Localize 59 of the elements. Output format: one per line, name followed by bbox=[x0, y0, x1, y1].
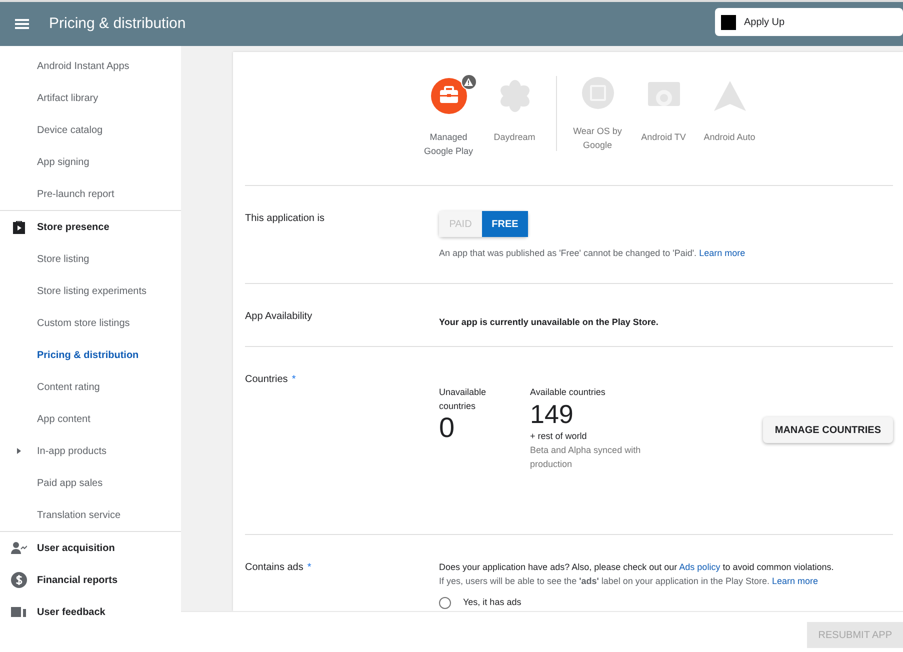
sidebar-item[interactable]: Content rating bbox=[0, 371, 181, 403]
field-label: App Availability bbox=[245, 310, 312, 324]
watch-icon bbox=[580, 76, 614, 110]
required-asterisk: * bbox=[307, 561, 312, 575]
rest-of-world: + rest of world bbox=[530, 430, 588, 443]
ads-hint: If yes, users will be able to see the 'ads' label on your application in the Play Store. bbox=[439, 576, 770, 586]
availability-message: Your app is currently unavailable on the Play Store. bbox=[439, 317, 658, 327]
sidebar-item[interactable]: Device catalog bbox=[0, 114, 181, 146]
ads-question: Does your application have ads? Also, please check out our bbox=[439, 562, 678, 572]
device-option[interactable]: Android TV bbox=[630, 76, 696, 185]
sidebar-item[interactable]: Pricing & distribution bbox=[0, 339, 181, 371]
app-selector[interactable]: Apply Up bbox=[715, 8, 903, 36]
sidebar-item[interactable]: Store listing bbox=[0, 243, 181, 275]
field-label: This application is bbox=[245, 212, 324, 226]
shopping-bag-icon bbox=[10, 219, 26, 235]
sidebar-item[interactable]: Store presence bbox=[0, 211, 181, 243]
sidebar-item[interactable]: Financial reports bbox=[0, 564, 181, 596]
field-label: Countries bbox=[245, 373, 288, 387]
sidebar-item[interactable]: Android Instant Apps bbox=[0, 50, 181, 82]
sync-note: Beta and Alpha synced with production bbox=[530, 444, 642, 471]
sidebar-item[interactable]: App signing bbox=[0, 146, 181, 178]
flower-icon bbox=[498, 79, 532, 113]
person-chart-icon bbox=[10, 541, 26, 555]
available-count: 149 bbox=[530, 399, 574, 429]
radio-option[interactable]: Yes, it has ads bbox=[439, 596, 893, 610]
sidebar-item[interactable]: Paid app sales bbox=[0, 467, 181, 499]
device-option[interactable]: Android Auto bbox=[696, 76, 762, 185]
ads-policy-link[interactable]: Ads policy bbox=[679, 562, 720, 572]
available-countries-label: Available countries bbox=[530, 386, 606, 399]
device-option[interactable]: Wear OS by Google bbox=[564, 76, 630, 151]
unavailable-countries-label: Unavailable countries bbox=[439, 386, 488, 413]
manage-countries-button[interactable]: MANAGE COUNTRIES bbox=[762, 417, 893, 443]
learn-more-link[interactable]: Learn more bbox=[699, 248, 746, 258]
sidebar-item[interactable]: Custom store listings bbox=[0, 307, 181, 339]
dollar-circle-icon bbox=[10, 572, 26, 588]
feedback-icon bbox=[10, 607, 26, 617]
sidebar-item[interactable]: User acquisition bbox=[0, 532, 181, 564]
required-asterisk: * bbox=[292, 373, 296, 387]
sidebar-item[interactable]: Store listing experiments bbox=[0, 275, 181, 307]
sidebar-item[interactable]: User feedback bbox=[0, 596, 181, 628]
pricing-note: An app that was published as 'Free' cannot be changed to 'Paid'. bbox=[439, 248, 697, 258]
sidebar-item[interactable]: App content bbox=[0, 403, 181, 435]
ads-question-end: to avoid common violations. bbox=[722, 562, 834, 572]
sidebar-item[interactable]: Pre-launch report bbox=[0, 178, 181, 210]
page-title: Pricing & distribution bbox=[49, 14, 186, 34]
sidebar-item[interactable]: Translation service bbox=[0, 499, 181, 531]
triangle-icon bbox=[712, 80, 746, 112]
sidebar-item[interactable]: Artifact library bbox=[0, 82, 181, 114]
learn-more-link[interactable]: Learn more bbox=[772, 576, 818, 586]
device-option[interactable]: Managed Google Play bbox=[416, 76, 482, 185]
pricing-toggle-option[interactable]: FREE bbox=[482, 211, 528, 237]
briefcase-icon bbox=[430, 77, 468, 115]
field-label: Contains ads bbox=[245, 561, 304, 575]
sidebar-item[interactable]: In-app products bbox=[0, 435, 181, 467]
device-option[interactable]: Daydream bbox=[482, 76, 548, 185]
radio-button[interactable] bbox=[439, 596, 451, 609]
app-logo-icon bbox=[721, 14, 736, 30]
menu-icon[interactable] bbox=[15, 19, 29, 29]
unavailable-count: 0 bbox=[439, 413, 456, 443]
